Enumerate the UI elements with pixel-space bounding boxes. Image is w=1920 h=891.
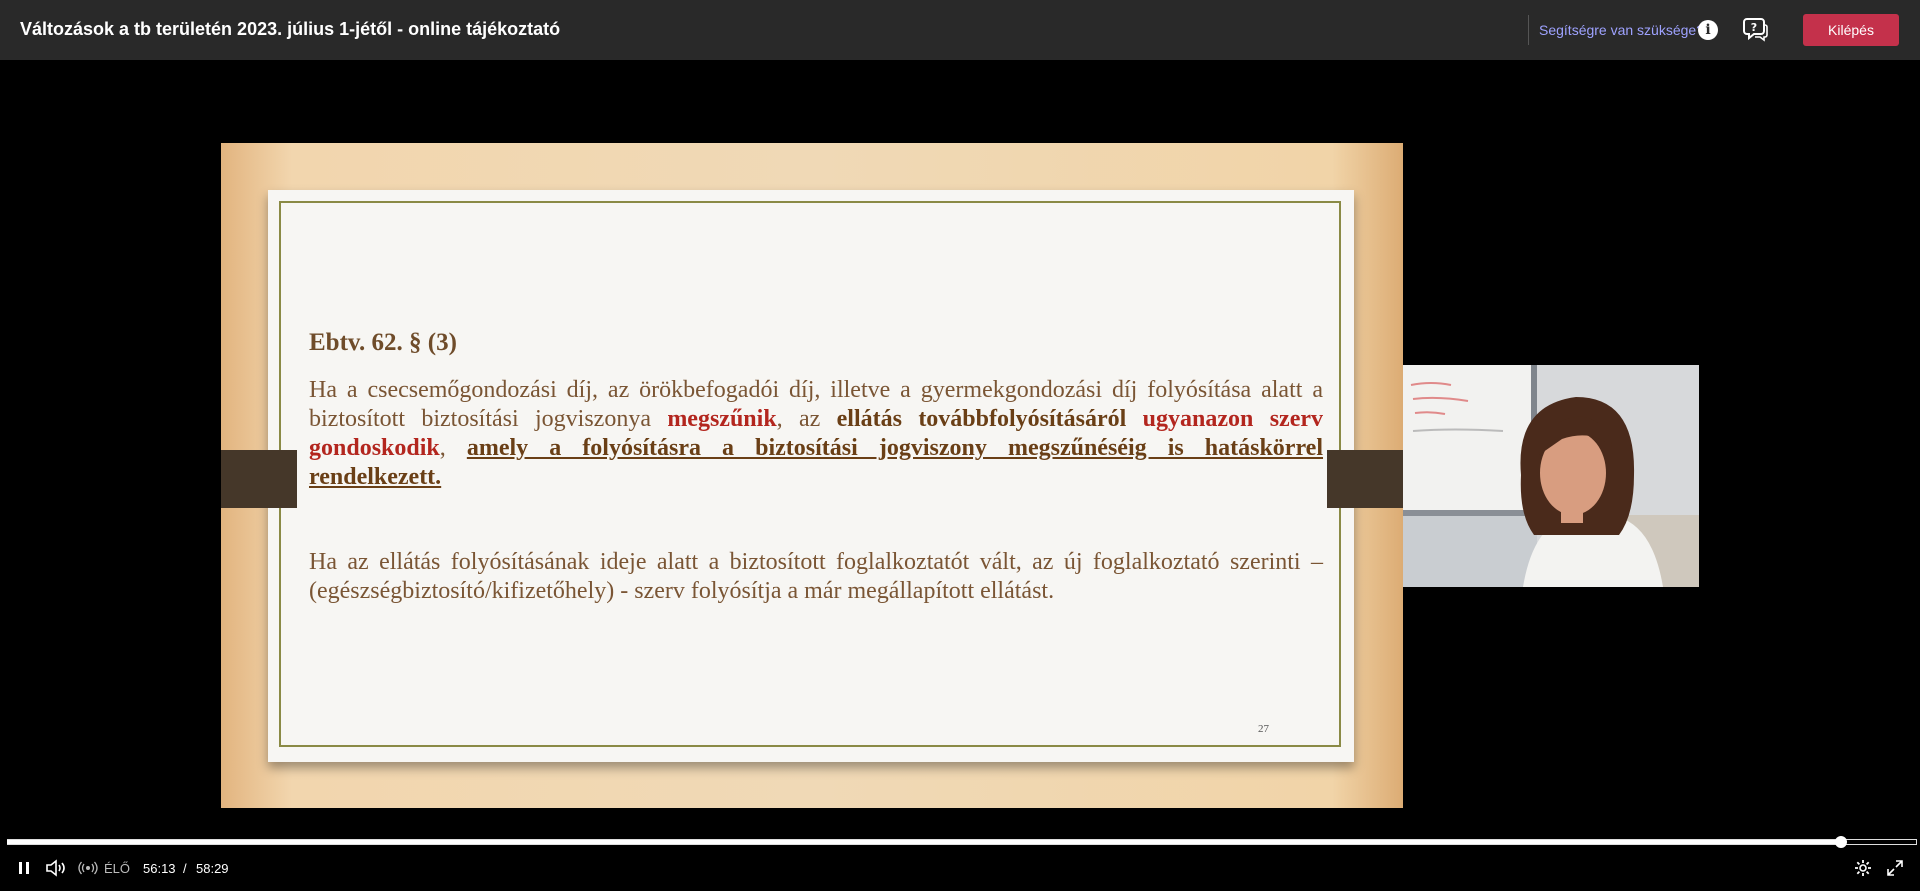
para1-text-2: , az — [776, 406, 837, 432]
exit-button[interactable]: Kilépés — [1803, 14, 1899, 46]
para1-bold-ellatas: ellátás továbbfolyósításáról — [836, 406, 1127, 432]
progress-handle[interactable] — [1835, 836, 1847, 848]
live-label[interactable]: ÉLŐ — [104, 861, 130, 876]
para1-text-3: , — [439, 435, 467, 461]
event-title: Változások a tb területén 2023. július 1… — [20, 19, 561, 39]
help-link[interactable]: Segítségre van szüksége? — [1539, 22, 1704, 38]
slide-paragraph-1: Ha a csecsemőgondozási díj, az örökbefog… — [309, 376, 1323, 492]
expand-icon[interactable] — [1885, 858, 1905, 878]
presenter-webcam — [1403, 365, 1699, 587]
duration: 58:29 — [196, 861, 229, 876]
progress-fill — [7, 840, 1841, 844]
pause-icon[interactable] — [16, 858, 32, 878]
top-bar: Változások a tb területén 2023. július 1… — [0, 0, 1920, 60]
slide-strap-overlay-left — [221, 450, 297, 508]
gear-icon[interactable] — [1853, 858, 1873, 878]
presenter-video-image — [1403, 365, 1699, 587]
presentation-slide: Ebtv. 62. § (3) Ha a csecsemőgondozási d… — [221, 143, 1403, 808]
slide-paragraph-2: Ha az ellátás folyósításának ideje alatt… — [309, 549, 1323, 604]
svg-text:?: ? — [1751, 21, 1757, 34]
slide-strap-overlay-right — [1327, 450, 1403, 508]
volume-icon[interactable] — [45, 858, 67, 878]
time-separator: / — [183, 861, 187, 876]
para1-highlight-megszunik: megszűnik — [667, 406, 777, 432]
live-broadcast-icon — [78, 858, 98, 878]
chat-help-icon[interactable]: ? — [1743, 16, 1769, 42]
para1-space — [1126, 406, 1142, 432]
slide-page-number: 27 — [1258, 723, 1269, 735]
info-icon[interactable]: i — [1698, 20, 1718, 40]
slide-heading: Ebtv. 62. § (3) — [309, 329, 457, 356]
header-divider — [1528, 15, 1529, 45]
current-time: 56:13 — [143, 861, 176, 876]
